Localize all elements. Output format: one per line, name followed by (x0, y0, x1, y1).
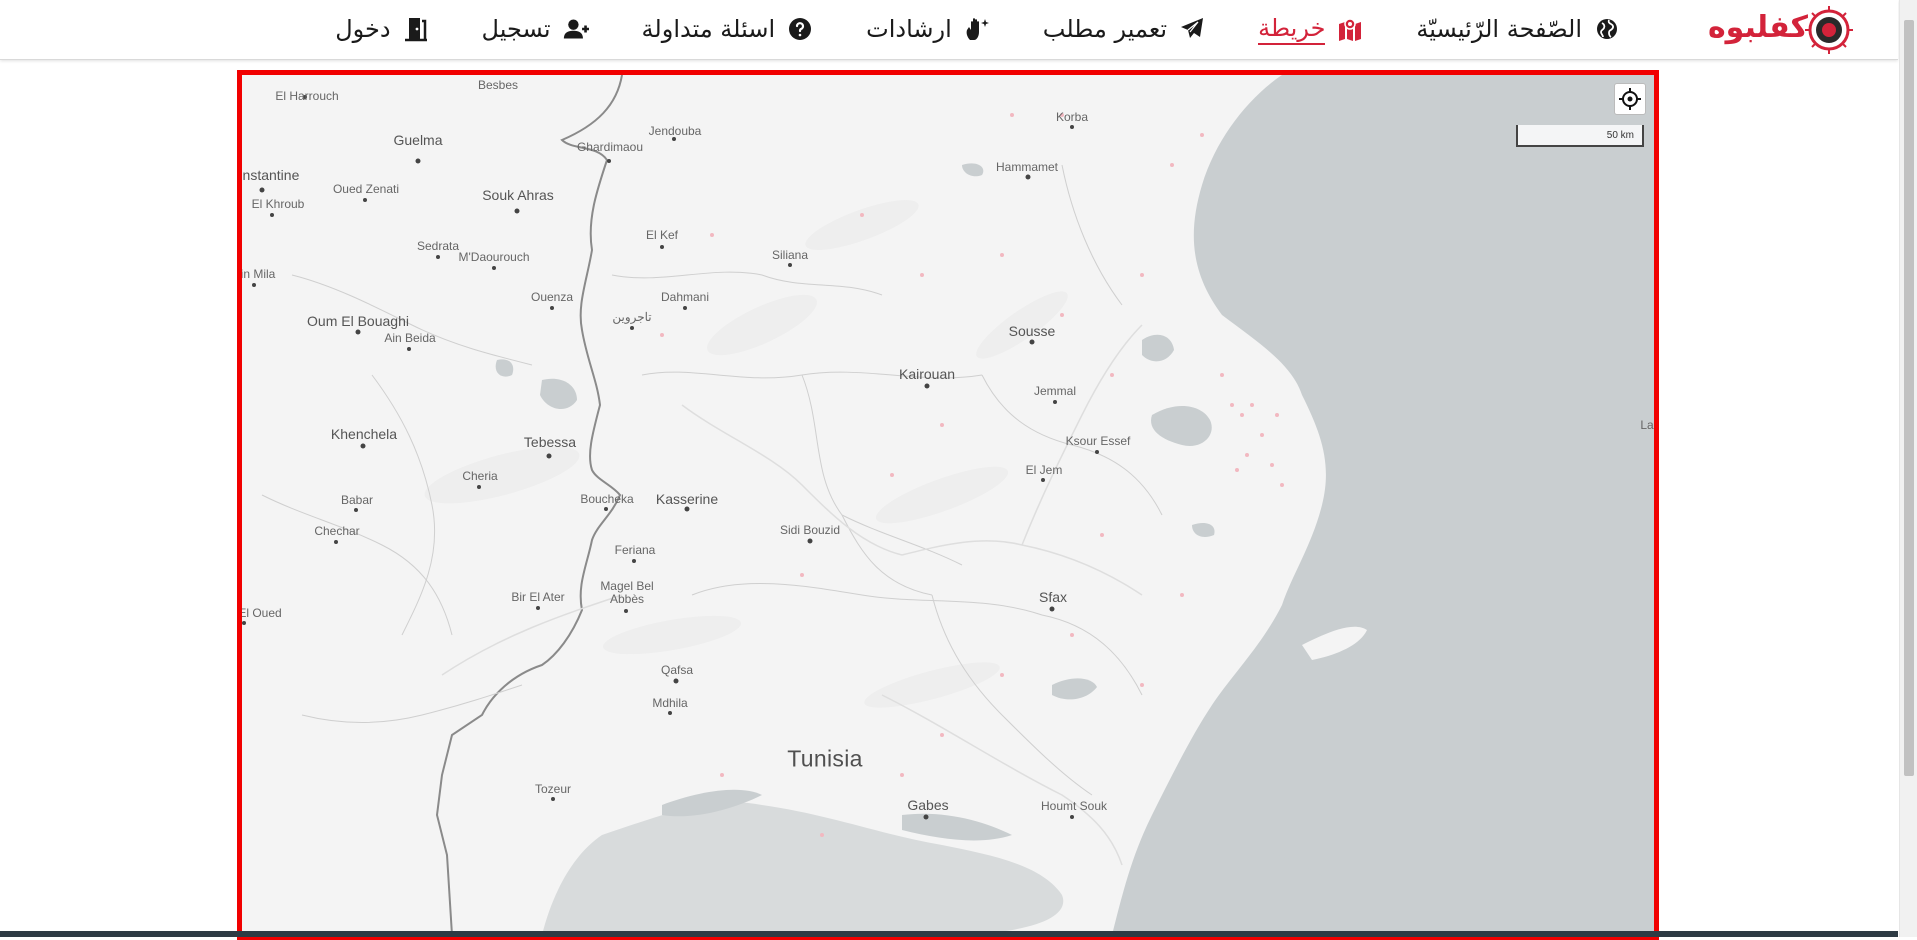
place-souk-ahras: Souk Ahras (482, 187, 554, 203)
place-sousse: Sousse (1008, 323, 1056, 339)
map-scale-bar: 50 km (1516, 125, 1644, 147)
nav-faq[interactable]: اسئلة متداولة (642, 0, 814, 58)
place-guelma: Guelma (393, 132, 443, 148)
place-hammamet: Hammamet (995, 160, 1059, 174)
place-el-jem: El Jem (1025, 463, 1063, 477)
place-houmt-souk: Houmt Souk (1040, 799, 1108, 813)
map-marker-icon (1337, 16, 1363, 42)
nav-register-label: تسجيل (481, 15, 551, 43)
logo-wheel-icon (1805, 6, 1853, 54)
crosshair-icon (1619, 88, 1641, 110)
nav-map[interactable]: خريطة (1258, 0, 1363, 58)
place-constantine: Constantine (242, 167, 300, 183)
globe-icon (1594, 16, 1620, 42)
place-gabes: Gabes (907, 797, 949, 813)
place-sidi-bouzid: Sidi Bouzid (779, 523, 841, 537)
place-siliana: Siliana (771, 248, 809, 262)
place-oum-el-bouaghi: Oum El Bouaghi (307, 313, 409, 329)
main-menu: الصّفحة الرّئيسيّة خريطة تعمير مطلب ارشا… (282, 0, 1620, 58)
top-navbar: كفلبوه الصّفحة الرّئيسيّة خريطة تعمير مط… (0, 0, 1898, 60)
question-circle-icon (787, 16, 813, 42)
place-tebessa: Tebessa (523, 434, 577, 450)
place-boucheka: Boucheka (580, 492, 634, 506)
place-mdaourouch: M'Daourouch (458, 250, 530, 264)
place-tozeur: Tozeur (534, 782, 572, 796)
place-sfax: Sfax (1038, 589, 1068, 605)
place-korba: Korba (1055, 110, 1089, 124)
place-el-kef: El Kef (645, 228, 679, 242)
locate-me-button[interactable] (1614, 83, 1646, 115)
nav-home[interactable]: الصّفحة الرّئيسيّة (1416, 0, 1620, 58)
place-el-oued: El Oued (238, 606, 282, 620)
nav-submit-request-label: تعمير مطلب (1042, 15, 1168, 43)
place-khenchela: Khenchela (330, 426, 398, 442)
paper-plane-icon (1179, 16, 1205, 42)
place-chechar: Chechar (314, 524, 360, 538)
door-enter-icon (403, 16, 429, 42)
place-ain-beida: Ain Beida (384, 331, 436, 345)
nav-guidance-label: ارشادات (866, 15, 952, 43)
place-abbes: Abbès (609, 592, 645, 606)
map-container[interactable]: Besbes El Harrouch Guelma Ghardimaou Jen… (237, 70, 1659, 940)
place-bir-el-ater: Bir El Ater (511, 590, 565, 604)
place-kasserine: Kasserine (655, 491, 719, 507)
place-mdhila: Mdhila (652, 696, 688, 710)
place-tajerouine: تاجروين (612, 310, 652, 324)
brand-name: كفلبوه (1707, 10, 1808, 45)
scrollbar-thumb[interactable] (1904, 20, 1914, 776)
nav-home-label: الصّفحة الرّئيسيّة (1416, 15, 1582, 43)
nav-login-label: دخول (335, 15, 391, 43)
place-dahmani: Dahmani (660, 290, 710, 304)
place-ouenza: Ouenza (530, 290, 574, 304)
nav-guidance[interactable]: ارشادات (866, 0, 990, 58)
place-sedrata: Sedrata (416, 239, 460, 253)
place-jendouba: Jendouba (648, 124, 702, 138)
page-scrollbar[interactable] (1899, 0, 1917, 937)
place-qafsa: Qafsa (660, 663, 694, 677)
nav-register[interactable]: تسجيل (482, 0, 589, 58)
user-plus-icon (563, 16, 589, 42)
place-ksour-essef: Ksour Essef (1065, 434, 1131, 448)
place-mila: in Mila (240, 267, 276, 281)
place-oued-zenati: Oued Zenati (332, 182, 400, 196)
nav-map-label: خريطة (1258, 14, 1326, 45)
nav-login[interactable]: دخول (335, 0, 428, 58)
place-besbes: Besbes (477, 78, 519, 92)
country-label-tunisia: Tunisia (787, 745, 863, 772)
place-kairouan: Kairouan (898, 366, 956, 382)
brand-logo[interactable]: كفلبوه (1706, 4, 1856, 56)
place-jemmal: Jemmal (1033, 384, 1077, 398)
place-ghardimaou: Ghardimaou (576, 140, 644, 154)
nav-submit-request[interactable]: تعمير مطلب (1043, 0, 1205, 58)
place-babar: Babar (340, 493, 374, 507)
hand-sparkle-icon (964, 16, 990, 42)
nav-faq-label: اسئلة متداولة (641, 15, 776, 43)
bottom-bar (0, 931, 1898, 937)
place-el-harrouch: El Harrouch (275, 89, 339, 103)
place-el-khroub: El Khroub (251, 197, 305, 211)
place-magel-bel: Magel Bel (600, 579, 654, 593)
place-la: La (1640, 418, 1654, 432)
place-feriana: Feriana (614, 543, 656, 557)
place-cheria: Cheria (462, 469, 498, 483)
